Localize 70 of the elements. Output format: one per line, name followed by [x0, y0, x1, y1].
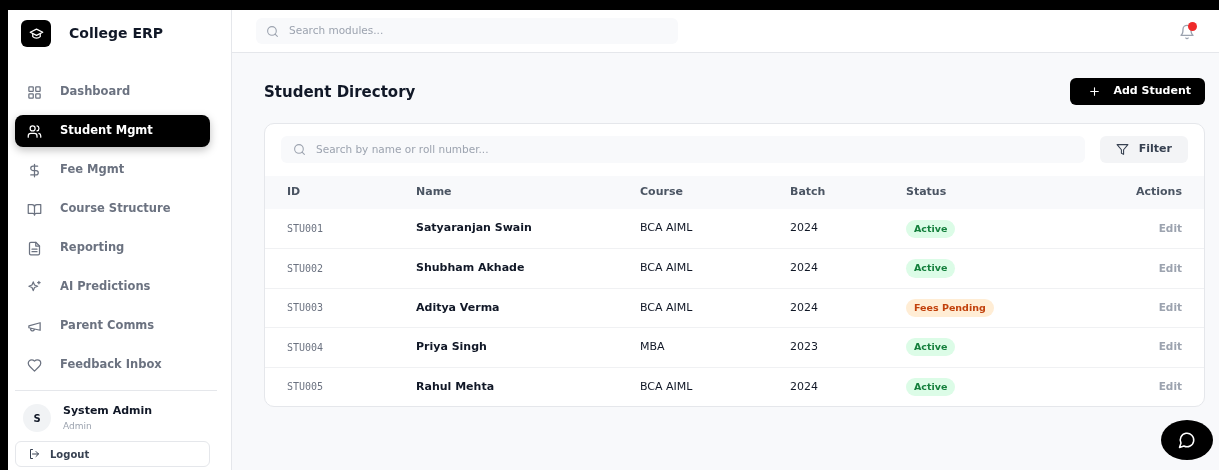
- column-header: Batch: [790, 184, 827, 201]
- table-cell-text: BCA AIML: [640, 260, 694, 277]
- document-icon: [27, 240, 42, 256]
- table-cell-text: STU003: [287, 301, 325, 316]
- app-title: College ERP: [69, 23, 163, 43]
- nav-item[interactable]: AI Predictions: [15, 271, 210, 303]
- users-icon: [27, 123, 42, 139]
- column-header: ID: [287, 184, 302, 201]
- table-cell-text: BCA AIML: [640, 378, 694, 395]
- column-header: Actions: [1136, 184, 1182, 201]
- graduation-cap-icon: [28, 25, 44, 41]
- user-role: Admin: [63, 419, 93, 433]
- nav-item[interactable]: Student Mgmt: [15, 115, 210, 147]
- add-student-button[interactable]: Add Student: [1070, 78, 1205, 105]
- table-cell-text: MBA: [640, 339, 666, 356]
- search-icon: [266, 25, 279, 38]
- edit-link[interactable]: Edit: [1158, 339, 1182, 356]
- nav-item[interactable]: Reporting: [15, 232, 210, 264]
- table-cell-text: BCA AIML: [640, 220, 694, 237]
- table-cell-text: Aditya Verma: [416, 299, 501, 316]
- column-header: Name: [416, 184, 453, 201]
- table-cell-text: 2024: [790, 299, 819, 316]
- dashboard-icon: [27, 84, 42, 100]
- column-header: Course: [640, 184, 684, 201]
- table-cell-text: STU001: [287, 222, 325, 237]
- logout-button[interactable]: Logout: [15, 441, 210, 467]
- table-cell-text: STU002: [287, 262, 325, 277]
- bell-icon: [1179, 23, 1195, 40]
- filter-button[interactable]: Filter: [1099, 136, 1188, 163]
- nav-item[interactable]: Feedback Inbox: [15, 349, 210, 381]
- edit-link[interactable]: Edit: [1158, 260, 1182, 277]
- table-cell-text: 2024: [790, 378, 819, 395]
- search-field[interactable]: Search by name or roll number...: [281, 136, 1085, 163]
- nav-item[interactable]: Course Structure: [15, 193, 210, 225]
- heart-icon: [27, 357, 42, 373]
- chat-button[interactable]: [1161, 420, 1213, 460]
- status-badge: Active: [906, 338, 956, 357]
- edit-link[interactable]: Edit: [1158, 378, 1182, 395]
- table-cell-text: Shubham Akhade: [416, 260, 526, 277]
- nav-item[interactable]: Parent Comms: [15, 310, 210, 342]
- table-cell-text: Rahul Mehta: [416, 378, 496, 395]
- table-cell-text: STU005: [287, 380, 325, 395]
- user-name: System Admin: [63, 403, 153, 419]
- user-avatar: S: [23, 404, 51, 432]
- table-cell-text: BCA AIML: [640, 299, 694, 316]
- status-badge: Active: [906, 377, 956, 396]
- status-badge: Active: [906, 219, 956, 238]
- status-badge: Fees Pending: [906, 298, 994, 318]
- edit-link[interactable]: Edit: [1158, 300, 1182, 316]
- nav-item[interactable]: Fee Mgmt: [15, 154, 210, 186]
- filter-icon: [1115, 143, 1129, 156]
- dollar-icon: [27, 162, 42, 178]
- plus-icon: [1088, 85, 1102, 98]
- table-cell-text: STU004: [287, 340, 325, 355]
- table-cell-text: Satyaranjan Swain: [416, 220, 533, 237]
- page-title: Student Directory: [264, 82, 416, 101]
- table-cell-text: 2024: [790, 260, 819, 277]
- edit-link[interactable]: Edit: [1158, 220, 1182, 237]
- column-header: Status: [906, 184, 948, 201]
- search-icon: [293, 143, 306, 156]
- table-cell-text: Priya Singh: [416, 339, 488, 356]
- status-badge: Active: [906, 259, 956, 278]
- book-icon: [27, 201, 42, 217]
- notification-bell-icon[interactable]: [1179, 22, 1197, 40]
- table-cell-text: 2024: [790, 220, 819, 237]
- logout-icon: [28, 448, 40, 460]
- nav-item[interactable]: Dashboard: [15, 76, 210, 108]
- table-cell-text: 2023: [790, 339, 819, 356]
- search-field[interactable]: Search modules...: [256, 18, 678, 44]
- chat-bubble-icon: [1178, 431, 1196, 449]
